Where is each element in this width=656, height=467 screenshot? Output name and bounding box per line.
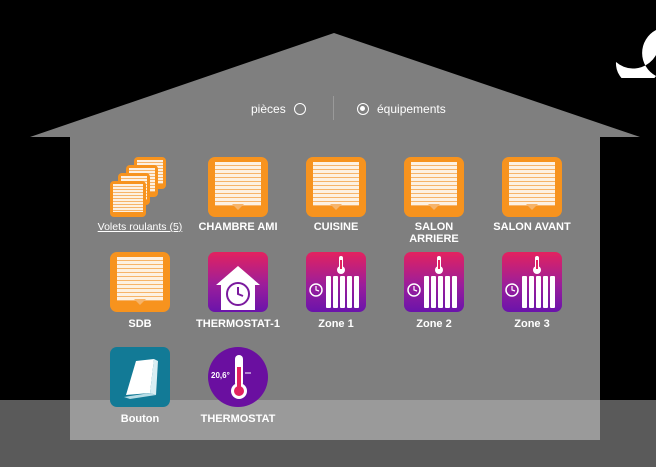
devices-toggle[interactable]: équipements <box>357 98 446 120</box>
tile-salon-arriere[interactable]: SALON ARRIERE <box>379 157 489 245</box>
tile-salon-avant[interactable]: SALON AVANT <box>477 157 587 233</box>
switch-button-icon <box>110 347 170 407</box>
house-roof <box>30 33 640 137</box>
tile-label: SALON ARRIERE <box>409 221 459 245</box>
tile-label: Zone 2 <box>416 318 452 330</box>
tile-label: SDB <box>128 318 152 330</box>
shutter-group-icon <box>110 157 170 217</box>
house-clock-icon <box>208 252 268 312</box>
devices-toggle-label: équipements <box>377 102 446 116</box>
tile-cuisine[interactable]: CUISINE <box>281 157 391 233</box>
toggle-divider <box>333 96 334 120</box>
roller-shutter-icon <box>404 157 464 217</box>
tile-zone-3[interactable]: Zone 3 <box>477 252 587 330</box>
radiator-clock-icon <box>306 252 366 312</box>
roller-shutter-icon <box>208 157 268 217</box>
tile-thermostat-1[interactable]: THERMOSTAT-1 <box>183 252 293 330</box>
tile-thermostat[interactable]: 20,6° THERMOSTAT <box>183 347 293 425</box>
tile-sdb[interactable]: SDB <box>85 252 195 330</box>
tile-zone-1[interactable]: Zone 1 <box>281 252 391 330</box>
rooms-radio[interactable] <box>293 103 306 115</box>
tile-label: Zone 1 <box>318 318 354 330</box>
tile-shutter-group[interactable]: Volets roulants (5) <box>85 157 195 233</box>
tile-zone-2[interactable]: Zone 2 <box>379 252 489 330</box>
rooms-toggle-label: pièces <box>251 102 286 116</box>
tile-chambre-ami[interactable]: CHAMBRE AMI <box>183 157 293 233</box>
tile-label: Volets roulants (5) <box>97 221 183 233</box>
tile-label: Zone 3 <box>514 318 550 330</box>
rooms-toggle[interactable]: pièces <box>251 98 306 120</box>
tile-label: THERMOSTAT-1 <box>196 318 280 330</box>
tile-label: CUISINE <box>313 221 359 233</box>
radiator-clock-icon <box>502 252 562 312</box>
tile-label: Bouton <box>120 413 160 425</box>
tile-label: SALON AVANT <box>493 221 571 233</box>
tile-label: THERMOSTAT <box>200 413 276 425</box>
devices-radio[interactable] <box>357 103 369 115</box>
roller-shutter-icon <box>502 157 562 217</box>
tile-label: CHAMBRE AMI <box>198 221 278 233</box>
radiator-clock-icon <box>404 252 464 312</box>
thermostat-reading: 20,6° <box>211 371 230 380</box>
thermometer-icon: 20,6° <box>208 347 268 407</box>
tile-bouton[interactable]: Bouton <box>85 347 195 425</box>
roller-shutter-icon <box>110 252 170 312</box>
roller-shutter-icon <box>306 157 366 217</box>
